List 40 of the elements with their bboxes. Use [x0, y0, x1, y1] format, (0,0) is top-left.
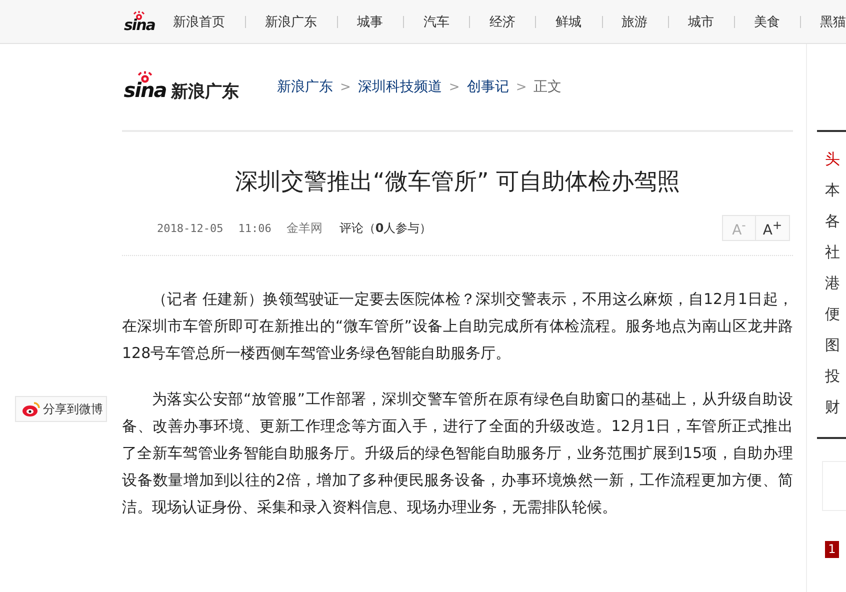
article-paragraph: （记者 任建新）换领驾驶证一定要去医院体检？深圳交警表示，不用这么麻烦，自12月1日起，在深圳市车管所即可在新推出的“微车管所”设备上自助完成所有体检流程。服务地点为南山区龙井路128号车管总所一楼西侧车驾管业务绿色智能自助服务厅。 [122, 289, 793, 364]
breadcrumb-link[interactable]: 创事记 [466, 78, 509, 96]
nav-link[interactable]: 城事 [357, 12, 384, 30]
article-paragraph: 为落实公安部“放管服”工作部署，深圳交警车管所在原有绿色自助窗口的基础上，从升级自助设备、改善办事环境、更新工作理念等方面入手，进行了全面的升级改造。12月1日，车管所正式推出了全新车驾管业务智能自助服务厅。升级后的绿色智能自助服务厅，业务范围扩展到15项，自助办理设备数量增加到以往的2倍，增加了多种便民服务设备，办事环境焕然一新，工作流程更加方便、简洁。现场认证身份、采集和录入资料信息、现场办理业务，无需排队轮候。 [122, 389, 793, 518]
breadcrumb-separator: > [516, 80, 527, 94]
breadcrumb-separator: > [340, 80, 351, 94]
sina-logo[interactable]: sina [122, 71, 168, 103]
sidebar-tab[interactable]: 本 [825, 175, 846, 206]
nav-link[interactable]: 旅游 [622, 12, 648, 30]
share-weibo-button[interactable]: 分享到微博 [15, 396, 107, 422]
sidebar-tab[interactable]: 便 [825, 299, 846, 330]
nav-link[interactable]: 鲜城 [556, 12, 582, 30]
comments-link[interactable]: 评论（0人参与） [339, 220, 432, 236]
weibo-icon [22, 401, 40, 417]
breadcrumb-separator: > [448, 80, 460, 94]
nav-link[interactable]: 美食 [754, 12, 780, 30]
nav-link[interactable]: 城市 [688, 12, 714, 30]
sidebar-tab[interactable]: 各 [825, 206, 846, 237]
sidebar-tab[interactable]: 图 [825, 330, 846, 361]
channel-name: 新浪广东 [171, 81, 239, 103]
breadcrumb-link[interactable]: 新浪广东 [277, 78, 333, 96]
nav-link[interactable]: 黑猫 [820, 12, 846, 30]
sidebar-tab[interactable]: 投 [825, 361, 846, 392]
publish-date: 2018-12-05 [157, 222, 224, 234]
nav-link[interactable]: 新浪广东 [265, 12, 317, 30]
nav-link[interactable]: 经济 [489, 12, 516, 30]
sidebar-tab[interactable]: 头 [825, 144, 846, 175]
publish-time: 11:06 [238, 222, 272, 234]
sidebar-tab[interactable]: 港 [825, 268, 846, 299]
rank-badge: 1 [825, 541, 839, 558]
font-increase-button[interactable]: A$^{+}$ [756, 216, 789, 240]
breadcrumb-current: 正文 [534, 78, 562, 96]
sina-logo[interactable]: sina [124, 10, 155, 32]
nav-link[interactable]: 新浪首页 [172, 12, 225, 30]
nav-link[interactable]: 汽车 [423, 12, 450, 30]
article-title: 深圳交警推出“微车管所” 可自助体检办驾照 [234, 168, 682, 197]
sidebar-tab[interactable]: 财 [825, 392, 846, 423]
sidebar-tab[interactable]: 社 [825, 237, 846, 268]
breadcrumb-link[interactable]: 深圳科技频道 [358, 78, 442, 96]
article-source: 金羊网 [286, 220, 322, 236]
